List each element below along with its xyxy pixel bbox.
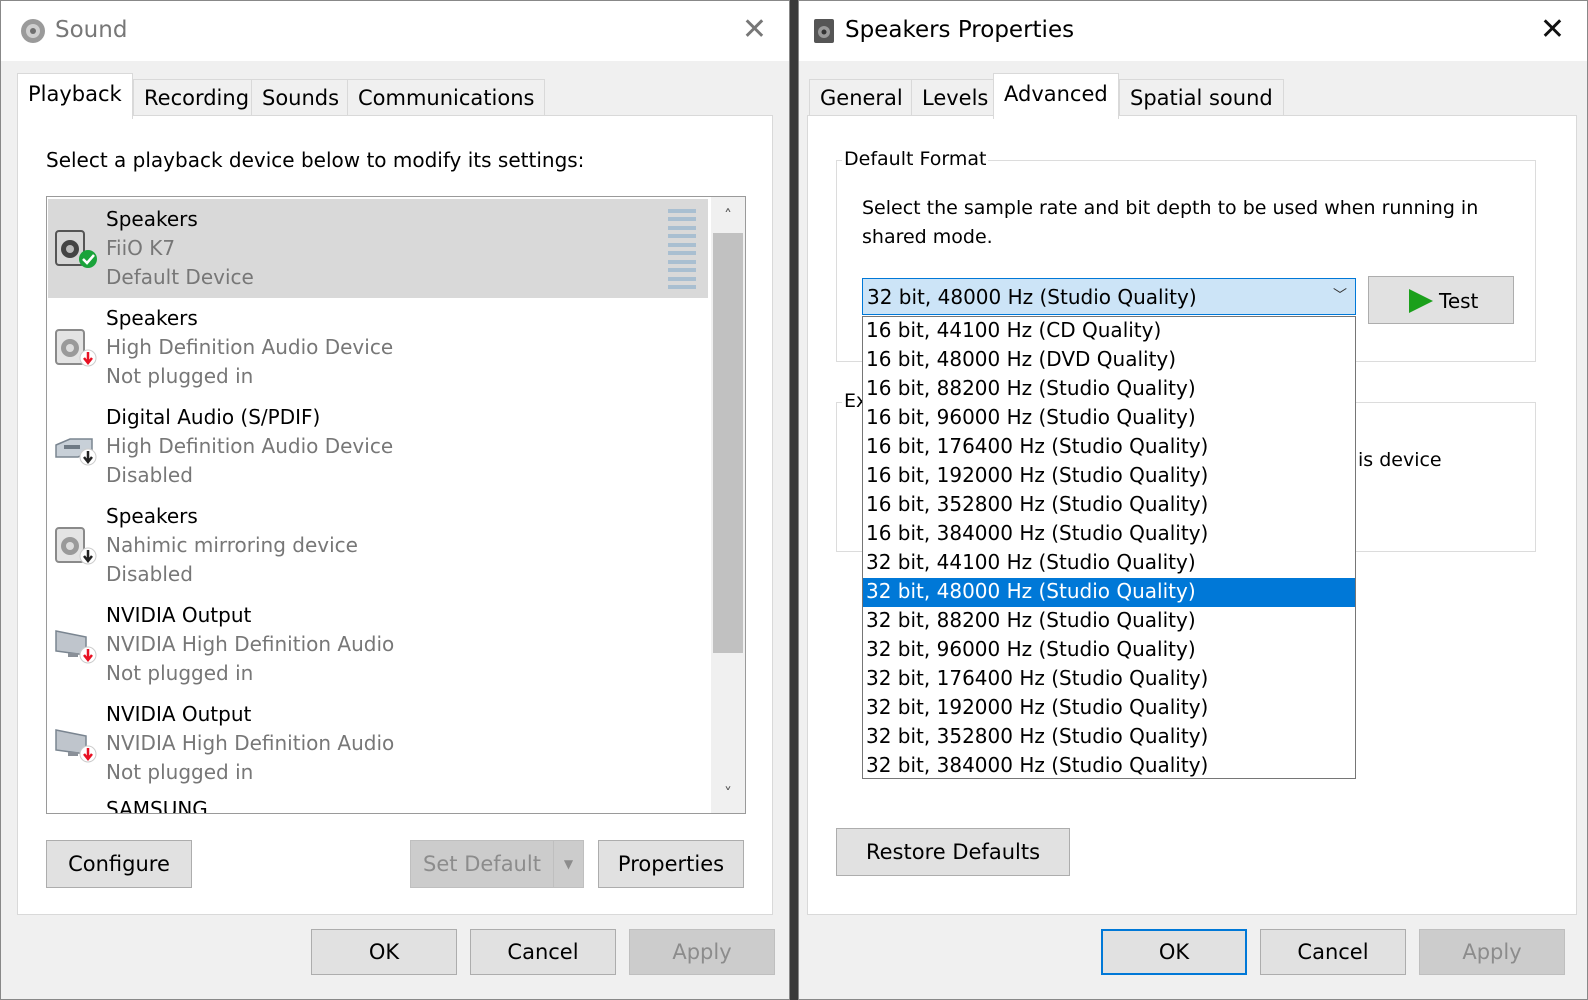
device-list-scrollbar[interactable]: ˄ ˅ bbox=[711, 197, 745, 813]
cancel-button[interactable]: Cancel bbox=[1260, 929, 1406, 975]
sample-rate-select[interactable]: 32 bit, 48000 Hz (Studio Quality) ﹀ bbox=[862, 278, 1356, 315]
apply-button[interactable]: Apply bbox=[629, 929, 775, 975]
speaker-app-icon bbox=[814, 19, 834, 43]
speaker-icon bbox=[55, 527, 97, 565]
cancel-button[interactable]: Cancel bbox=[470, 929, 616, 975]
device-description: NVIDIA High Definition Audio bbox=[106, 632, 395, 656]
close-icon[interactable]: ✕ bbox=[1540, 15, 1565, 45]
digital-audio-icon bbox=[55, 438, 97, 466]
device-item[interactable]: NVIDIA Output NVIDIA High Definition Aud… bbox=[48, 694, 708, 793]
device-description: NVIDIA High Definition Audio bbox=[106, 731, 395, 755]
set-default-button[interactable]: Set Default ▼ bbox=[410, 840, 584, 888]
device-item[interactable]: Speakers Nahimic mirroring device Disabl… bbox=[48, 496, 708, 595]
device-description: FiiO K7 bbox=[106, 236, 176, 260]
dropdown-option[interactable]: 16 bit, 96000 Hz (Studio Quality) bbox=[863, 404, 1355, 433]
device-name: Speakers bbox=[106, 504, 198, 528]
device-name: NVIDIA Output bbox=[106, 702, 252, 726]
configure-button[interactable]: Configure bbox=[46, 840, 192, 888]
device-description: Nahimic mirroring device bbox=[106, 533, 358, 557]
sound-window: Sound ✕ Playback Recording Sounds Commun… bbox=[0, 0, 790, 1000]
sample-rate-selected-value: 32 bit, 48000 Hz (Studio Quality) bbox=[867, 285, 1197, 309]
play-icon bbox=[1409, 289, 1433, 313]
default-format-legend: Default Format bbox=[842, 148, 989, 170]
device-status: Disabled bbox=[106, 562, 193, 586]
playback-panel: Select a playback device below to modify… bbox=[17, 115, 773, 915]
apply-button[interactable]: Apply bbox=[1419, 929, 1565, 975]
scroll-down-icon[interactable]: ˅ bbox=[711, 777, 745, 811]
dropdown-option[interactable]: 16 bit, 44100 Hz (CD Quality) bbox=[863, 317, 1355, 346]
dropdown-option[interactable]: 16 bit, 192000 Hz (Studio Quality) bbox=[863, 462, 1355, 491]
device-name: Speakers bbox=[106, 207, 198, 231]
dropdown-option[interactable]: 32 bit, 88200 Hz (Studio Quality) bbox=[863, 607, 1355, 636]
dropdown-option[interactable]: 32 bit, 192000 Hz (Studio Quality) bbox=[863, 694, 1355, 723]
level-meter bbox=[668, 209, 696, 289]
monitor-icon bbox=[55, 630, 97, 664]
default-format-description: Select the sample rate and bit depth to … bbox=[862, 197, 1479, 248]
tab-advanced[interactable]: Advanced bbox=[993, 73, 1119, 119]
window-title: Speakers Properties bbox=[845, 17, 1075, 43]
speakers-properties-window: Speakers Properties ✕ General Levels Adv… bbox=[798, 0, 1588, 1000]
tab-sounds[interactable]: Sounds bbox=[251, 79, 351, 117]
device-item[interactable]: NVIDIA Output NVIDIA High Definition Aud… bbox=[48, 595, 708, 694]
tab-spatial-sound[interactable]: Spatial sound bbox=[1119, 79, 1284, 117]
dropdown-option[interactable]: 32 bit, 352800 Hz (Studio Quality) bbox=[863, 723, 1355, 752]
properties-titlebar: Speakers Properties ✕ bbox=[799, 1, 1587, 61]
chevron-down-icon: ﹀ bbox=[1333, 288, 1347, 304]
dropdown-option[interactable]: 16 bit, 176400 Hz (Studio Quality) bbox=[863, 433, 1355, 462]
scroll-thumb[interactable] bbox=[713, 233, 743, 653]
dropdown-option[interactable]: 16 bit, 48000 Hz (DVD Quality) bbox=[863, 346, 1355, 375]
device-status: Not plugged in bbox=[106, 760, 254, 784]
ok-button[interactable]: OK bbox=[311, 929, 457, 975]
close-icon[interactable]: ✕ bbox=[742, 15, 767, 45]
device-status: Default Device bbox=[106, 265, 254, 289]
advanced-panel: Default Format Select the sample rate an… bbox=[807, 115, 1577, 915]
device-item[interactable]: Digital Audio (S/PDIF) High Definition A… bbox=[48, 397, 708, 496]
tab-levels[interactable]: Levels bbox=[911, 79, 1000, 117]
partial-device-name: SAMSUNG bbox=[106, 797, 208, 814]
device-name: Digital Audio (S/PDIF) bbox=[106, 405, 321, 429]
tab-recording[interactable]: Recording bbox=[133, 79, 261, 117]
speaker-icon bbox=[55, 329, 97, 367]
device-list: Speakers FiiO K7 Default Device Speakers… bbox=[46, 196, 746, 814]
tab-communications[interactable]: Communications bbox=[347, 79, 546, 117]
speaker-icon bbox=[55, 230, 97, 268]
monitor-icon bbox=[55, 729, 97, 763]
sample-rate-dropdown[interactable]: 16 bit, 44100 Hz (CD Quality) 16 bit, 48… bbox=[862, 316, 1356, 779]
default-check-icon bbox=[79, 250, 97, 268]
device-item[interactable]: Speakers High Definition Audio Device No… bbox=[48, 298, 708, 397]
properties-button[interactable]: Properties bbox=[598, 840, 744, 888]
device-item[interactable]: Speakers FiiO K7 Default Device bbox=[48, 199, 708, 298]
dropdown-option[interactable]: 32 bit, 44100 Hz (Studio Quality) bbox=[863, 549, 1355, 578]
chevron-down-icon[interactable]: ▼ bbox=[553, 841, 583, 887]
ok-button[interactable]: OK bbox=[1101, 929, 1247, 975]
window-title: Sound bbox=[55, 17, 128, 43]
device-description: High Definition Audio Device bbox=[106, 335, 394, 359]
device-name: NVIDIA Output bbox=[106, 603, 252, 627]
tab-playback[interactable]: Playback bbox=[17, 73, 133, 119]
device-description: High Definition Audio Device bbox=[106, 434, 394, 458]
tab-general[interactable]: General bbox=[809, 79, 914, 117]
test-button[interactable]: Test bbox=[1368, 276, 1514, 324]
dropdown-option[interactable]: 16 bit, 384000 Hz (Studio Quality) bbox=[863, 520, 1355, 549]
test-button-label: Test bbox=[1439, 289, 1479, 313]
device-status: Not plugged in bbox=[106, 364, 254, 388]
scroll-up-icon[interactable]: ˄ bbox=[711, 199, 745, 233]
set-default-label: Set Default bbox=[423, 852, 541, 876]
device-status: Disabled bbox=[106, 463, 193, 487]
speaker-app-icon bbox=[21, 19, 45, 43]
dropdown-option[interactable]: 32 bit, 384000 Hz (Studio Quality) bbox=[863, 752, 1355, 781]
device-name: Speakers bbox=[106, 306, 198, 330]
dropdown-option[interactable]: 32 bit, 176400 Hz (Studio Quality) bbox=[863, 665, 1355, 694]
dropdown-option[interactable]: 16 bit, 88200 Hz (Studio Quality) bbox=[863, 375, 1355, 404]
device-status: Not plugged in bbox=[106, 661, 254, 685]
sound-titlebar: Sound ✕ bbox=[1, 1, 789, 61]
restore-defaults-button[interactable]: Restore Defaults bbox=[836, 828, 1070, 876]
dropdown-option-selected[interactable]: 32 bit, 48000 Hz (Studio Quality) bbox=[863, 578, 1355, 607]
instruction-text: Select a playback device below to modify… bbox=[46, 148, 585, 172]
exclusive-mode-text: is device bbox=[1358, 449, 1442, 471]
dropdown-option[interactable]: 16 bit, 352800 Hz (Studio Quality) bbox=[863, 491, 1355, 520]
dropdown-option[interactable]: 32 bit, 96000 Hz (Studio Quality) bbox=[863, 636, 1355, 665]
